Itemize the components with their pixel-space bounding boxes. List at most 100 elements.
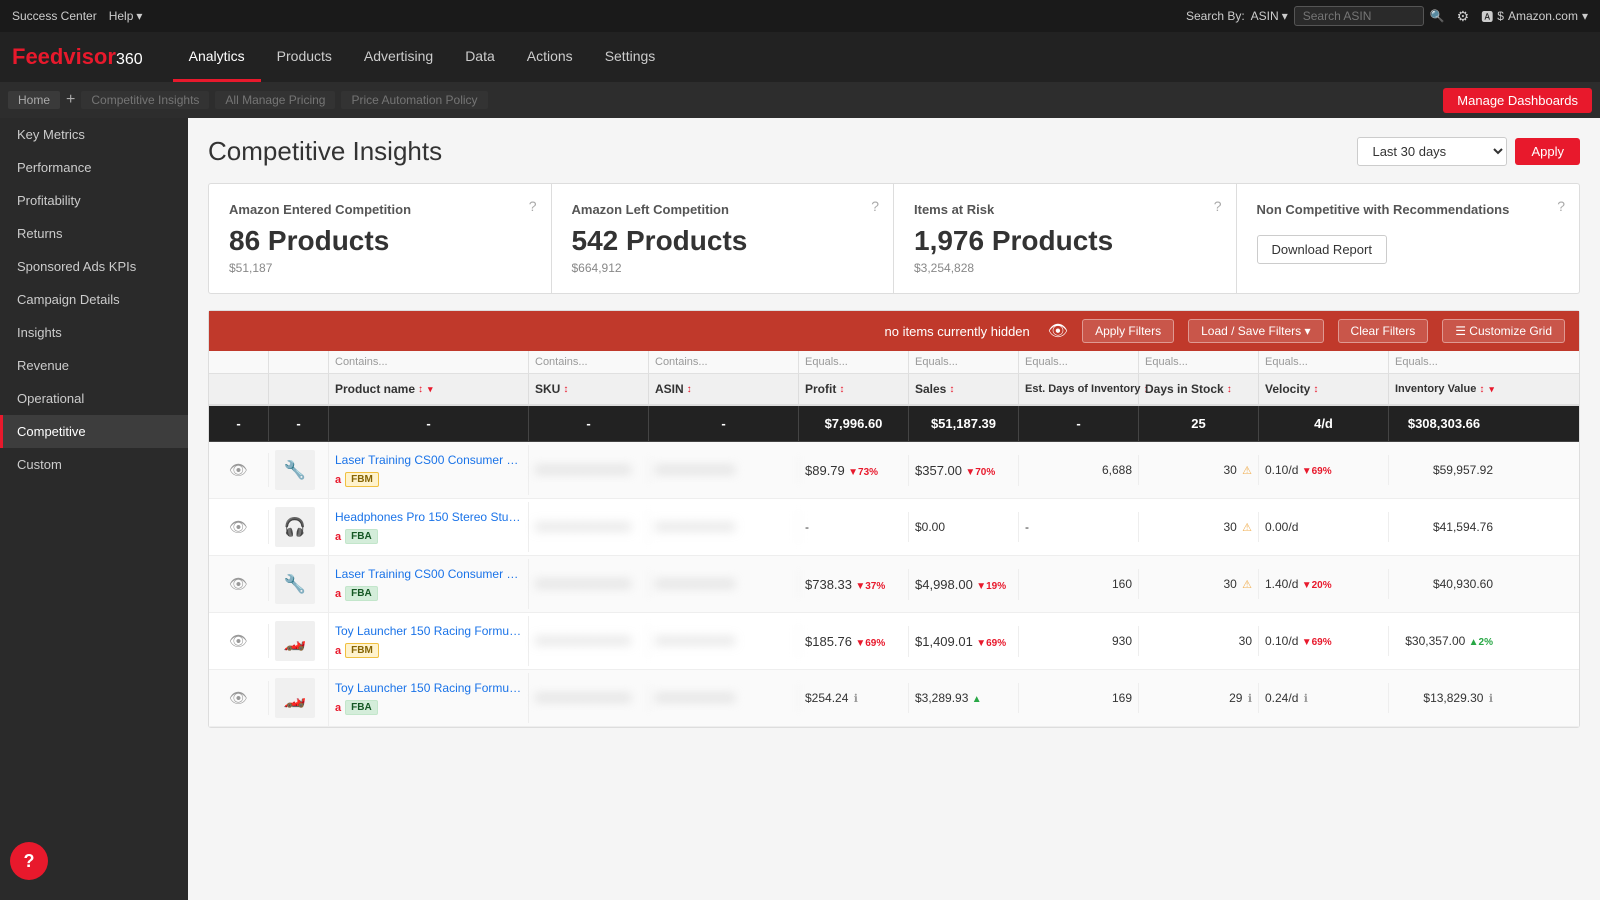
row2-visibility-button[interactable]: 👁 [215, 518, 262, 536]
summary-cell-img: - [269, 406, 329, 441]
row4-product-details: Toy Launcher 150 Racing Formula Cross Co… [335, 624, 522, 658]
row3-fba-tag: FBA [345, 586, 378, 601]
nav-item-advertising[interactable]: Advertising [348, 32, 449, 82]
col-header-days-stock[interactable]: Days in Stock ↕ [1139, 374, 1259, 404]
row3-eye[interactable]: 👁 [209, 567, 269, 601]
sidebar-item-performance[interactable]: Performance [0, 151, 188, 184]
filter-cell-profit[interactable]: Equals... [799, 351, 909, 373]
row5-product-name[interactable]: Toy Launcher 150 Racing Formula Cross Co… [335, 681, 522, 695]
breadcrumb-manage-pricing[interactable]: All Manage Pricing [215, 91, 335, 109]
breadcrumb-price-automation[interactable]: Price Automation Policy [341, 91, 487, 109]
row3-profit-down-icon: ▼ [855, 581, 865, 592]
help-link[interactable]: Help ▾ [109, 9, 143, 23]
summary-cell-days-stock: 25 [1139, 406, 1259, 441]
filter-cell-est-days[interactable]: Equals... [1019, 351, 1139, 373]
row3-visibility-button[interactable]: 👁 [215, 575, 262, 593]
row5-profit-info-icon[interactable]: ℹ [854, 693, 858, 705]
card-help-noncomp-icon[interactable]: ? [1557, 198, 1565, 214]
filter-cell-days-stock[interactable]: Equals... [1139, 351, 1259, 373]
row1-eye[interactable]: 👁 [209, 453, 269, 487]
sidebar-item-key-metrics[interactable]: Key Metrics [0, 118, 188, 151]
sidebar-item-revenue[interactable]: Revenue [0, 349, 188, 382]
nav-item-analytics[interactable]: Analytics [173, 32, 261, 82]
card-help-risk-icon[interactable]: ? [1214, 198, 1222, 214]
row2-product-name[interactable]: Headphones Pro 150 Stereo Studio ↗ [335, 510, 522, 524]
date-filter: Last 30 days Last 7 days Last 90 days Ap… [1357, 137, 1580, 166]
nav-item-actions[interactable]: Actions [511, 32, 589, 82]
search-input[interactable] [1294, 6, 1424, 26]
filter-cell-asin[interactable]: Contains... [649, 351, 799, 373]
help-floating-button[interactable]: ? [10, 842, 48, 880]
add-tab-button[interactable]: + [66, 91, 75, 109]
row5-asin: XXXXXXXXXX [649, 683, 799, 713]
apply-filters-button[interactable]: Apply Filters [1082, 319, 1174, 343]
logo-360: 360 [116, 51, 143, 68]
sidebar-item-returns[interactable]: Returns [0, 217, 188, 250]
row3-product-name[interactable]: Laser Training CS00 Consumer Series Modu… [335, 567, 522, 581]
sidebar-item-profitability[interactable]: Profitability [0, 184, 188, 217]
sidebar-item-campaign-details[interactable]: Campaign Details [0, 283, 188, 316]
col-header-inv-value[interactable]: Inventory Value ↕ ▾ [1389, 374, 1499, 404]
row4-visibility-button[interactable]: 👁 [215, 632, 262, 650]
row5-days-stock: 29 ℹ [1139, 683, 1259, 713]
col-header-sku[interactable]: SKU ↕ [529, 374, 649, 404]
apply-button[interactable]: Apply [1515, 138, 1580, 165]
nav-item-products[interactable]: Products [261, 32, 348, 82]
filter-cell-sales[interactable]: Equals... [909, 351, 1019, 373]
col-header-velocity[interactable]: Velocity ↕ [1259, 374, 1389, 404]
card-help-left-icon[interactable]: ? [871, 198, 879, 214]
row5-eye[interactable]: 👁 [209, 681, 269, 715]
top-bar: Success Center Help ▾ Search By: ASIN ▾ … [0, 0, 1600, 32]
nav-item-settings[interactable]: Settings [589, 32, 672, 82]
filter-cell-velocity[interactable]: Equals... [1259, 351, 1389, 373]
col-header-est-days[interactable]: Est. Days of Inventory ↕ [1019, 374, 1139, 404]
settings-gear-icon[interactable]: ⚙ [1457, 8, 1470, 25]
row5-velocity-info-icon[interactable]: ℹ [1304, 693, 1308, 705]
filter-cell-product[interactable]: Contains... [329, 351, 529, 373]
row4-product-name[interactable]: Toy Launcher 150 Racing Formula Cross Co… [335, 624, 522, 638]
sidebar-item-operational[interactable]: Operational [0, 382, 188, 415]
date-range-select[interactable]: Last 30 days Last 7 days Last 90 days [1357, 137, 1507, 166]
card-help-entered-icon[interactable]: ? [529, 198, 537, 214]
clear-filters-button[interactable]: Clear Filters [1338, 319, 1429, 343]
success-center-link[interactable]: Success Center [12, 9, 97, 23]
row2-eye[interactable]: 👁 [209, 510, 269, 544]
sidebar-item-sponsored-ads[interactable]: Sponsored Ads KPIs [0, 250, 188, 283]
nav-item-data[interactable]: Data [449, 32, 511, 82]
sidebar-item-custom[interactable]: Custom [0, 448, 188, 481]
no-items-hidden-label: no items currently hidden [223, 324, 1030, 339]
sidebar-item-competitive[interactable]: Competitive [0, 415, 188, 448]
breadcrumb-home[interactable]: Home [8, 91, 60, 109]
row1-product-name[interactable]: Laser Training CS00 Consumer Series Modu… [335, 453, 522, 467]
logo[interactable]: Feedvisor360 [12, 44, 143, 70]
col-header-product-name[interactable]: Product name ↕ ▾ [329, 374, 529, 404]
summary-cell-sales: $51,187.39 [909, 406, 1019, 441]
row3-product-details: Laser Training CS00 Consumer Series Modu… [335, 567, 522, 601]
sidebar-item-insights[interactable]: Insights [0, 316, 188, 349]
load-save-filters-button[interactable]: Load / Save Filters [1188, 319, 1323, 343]
row1-visibility-button[interactable]: 👁 [215, 461, 262, 479]
card-title-risk: Items at Risk [914, 202, 1216, 217]
row5-est-days: 169 [1019, 683, 1139, 713]
col-header-profit[interactable]: Profit ↕ [799, 374, 909, 404]
search-icon[interactable]: 🔍 [1430, 9, 1445, 23]
row4-eye[interactable]: 👁 [209, 624, 269, 658]
row1-days-stock: 30 ⚠ [1139, 455, 1259, 485]
col-header-sales[interactable]: Sales ↕ [909, 374, 1019, 404]
col-header-asin[interactable]: ASIN ↕ [649, 374, 799, 404]
hidden-items-eye-icon[interactable]: 👁 [1048, 321, 1068, 341]
download-report-button[interactable]: Download Report [1257, 235, 1387, 264]
row5-sales-up-icon: ▲ [972, 694, 982, 705]
row3-inv-value: $40,930.60 [1389, 569, 1499, 599]
filter-cell-inv-value[interactable]: Equals... [1389, 351, 1499, 373]
row2-product-tags: a FBA [335, 529, 522, 544]
filter-cell-sku[interactable]: Contains... [529, 351, 649, 373]
breadcrumb-competitive-insights[interactable]: Competitive Insights [81, 91, 209, 109]
row5-inv-info-icon[interactable]: ℹ [1489, 693, 1493, 705]
search-type-dropdown[interactable]: ASIN ▾ [1251, 9, 1288, 23]
row5-days-stock-info-icon[interactable]: ℹ [1248, 693, 1252, 705]
row5-visibility-button[interactable]: 👁 [215, 689, 262, 707]
row2-product-info: Headphones Pro 150 Stereo Studio ↗ a FBA [329, 502, 529, 552]
customize-grid-button[interactable]: ☰ Customize Grid [1442, 319, 1565, 343]
manage-dashboards-button[interactable]: Manage Dashboards [1443, 88, 1592, 113]
